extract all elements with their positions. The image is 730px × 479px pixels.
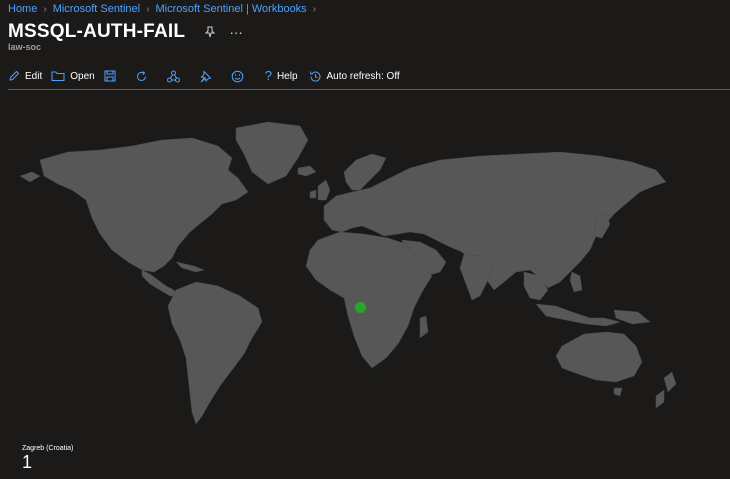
landmass-caribbean [175, 261, 205, 273]
toolbar: Edit Open ? Help Auto refresh: Off [8, 66, 409, 86]
pin-to-dashboard-icon[interactable] [203, 25, 217, 39]
help-button[interactable]: ? Help [264, 68, 298, 83]
landmass-iceland [297, 165, 317, 177]
feedback-button[interactable] [231, 70, 244, 83]
open-label: Open [70, 70, 95, 82]
save-icon [104, 70, 116, 82]
refresh-button[interactable] [135, 70, 148, 83]
chevron-right-icon: › [146, 3, 150, 15]
auto-refresh-clock-icon [309, 70, 321, 82]
landmass-south-america [167, 281, 263, 425]
landmass-ireland [309, 189, 317, 199]
legend-count: 1 [22, 452, 33, 472]
edit-label: Edit [25, 70, 43, 82]
landmass-australia [555, 331, 643, 383]
refresh-icon [136, 70, 146, 81]
share-button[interactable] [166, 70, 180, 83]
auto-refresh-button[interactable]: Auto refresh: Off [309, 70, 400, 83]
landmass-new-zealand-south [655, 389, 665, 409]
more-options-icon[interactable]: … [229, 22, 243, 40]
help-icon: ? [264, 68, 272, 83]
chevron-right-icon: › [43, 3, 47, 15]
pin-icon [200, 69, 212, 82]
open-button[interactable]: Open [51, 70, 95, 82]
help-label: Help [276, 70, 298, 82]
world-map-canvas [19, 121, 677, 425]
landmass-philippines [569, 271, 583, 293]
edit-button[interactable]: Edit [8, 70, 42, 82]
edit-icon [9, 70, 20, 81]
chevron-right-icon: › [312, 3, 317, 15]
breadcrumb-sentinel[interactable]: Microsoft Sentinel [53, 3, 140, 15]
page-title: MSSQL-AUTH-FAIL [8, 21, 186, 42]
feedback-smiley-icon [231, 70, 244, 82]
workspace-subtitle: law-soc [8, 42, 42, 52]
landmass-new-zealand [663, 371, 677, 393]
title-row: MSSQL-AUTH-FAIL … [8, 21, 243, 43]
save-button[interactable] [104, 70, 116, 82]
toolbar-divider [8, 89, 730, 90]
breadcrumb: Home › Microsoft Sentinel › Microsoft Se… [8, 2, 322, 16]
landmass-uk [317, 179, 331, 201]
world-map[interactable] [0, 100, 730, 440]
open-folder-icon [51, 71, 65, 81]
landmass-aleutians [19, 171, 41, 183]
breadcrumb-workbooks[interactable]: Microsoft Sentinel | Workbooks [155, 3, 306, 15]
legend-location-label: Zagreb (Croatia) [22, 445, 74, 452]
pin-button[interactable] [199, 69, 212, 83]
landmass-greenland [235, 121, 309, 185]
breadcrumb-home[interactable]: Home [8, 3, 37, 15]
landmass-madagascar [419, 315, 429, 339]
landmass-north-america [39, 137, 249, 273]
landmass-central-america [141, 269, 179, 297]
location-marker-zagreb[interactable] [355, 302, 366, 313]
landmass-indonesia [535, 303, 621, 327]
map-legend: Zagreb (Croatia) 1 [22, 445, 73, 471]
landmass-tasmania [613, 387, 623, 397]
auto-refresh-label: Auto refresh: Off [326, 70, 400, 82]
share-icon [166, 70, 180, 82]
